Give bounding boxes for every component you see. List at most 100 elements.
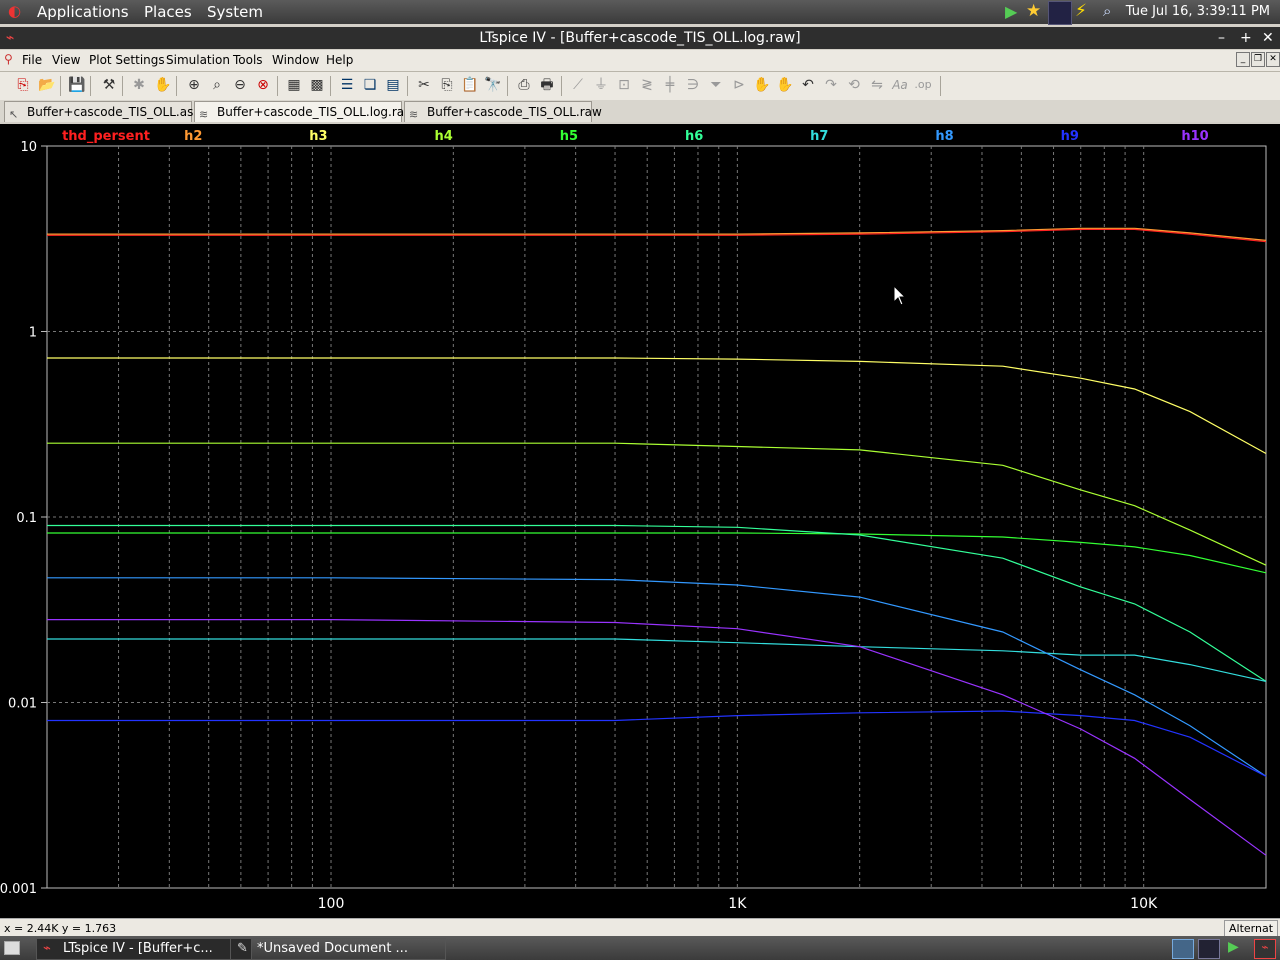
mirror-icon[interactable]: ⇋ bbox=[868, 76, 886, 94]
text-icon[interactable]: Aa bbox=[891, 76, 909, 94]
close-icon[interactable]: ✕ bbox=[1262, 27, 1274, 49]
tray-play-icon[interactable]: ▶ bbox=[1228, 939, 1239, 955]
legend-label-h2[interactable]: h2 bbox=[184, 129, 202, 144]
ltspice-menu-icon[interactable]: ⚲ bbox=[4, 52, 13, 66]
tab-schematic[interactable]: ↖ Buffer+cascode_TIS_OLL.asc bbox=[4, 101, 200, 122]
capacitor-icon[interactable]: ╪ bbox=[661, 76, 679, 94]
tab-log-raw[interactable]: ≋ Buffer+cascode_TIS_OLL.log.raw bbox=[194, 101, 414, 122]
cascade-icon[interactable]: ❏ bbox=[361, 76, 379, 94]
clock[interactable]: Tue Jul 16, 3:39:11 PM bbox=[1126, 4, 1270, 19]
label-icon[interactable]: ⊡ bbox=[615, 76, 633, 94]
component-icon[interactable]: ⊳ bbox=[730, 76, 748, 94]
tray-network-icon[interactable] bbox=[1172, 939, 1194, 959]
paste-icon[interactable]: 📋 bbox=[461, 76, 479, 94]
zoom-fit-icon[interactable]: ⊗ bbox=[254, 76, 272, 94]
redo-icon[interactable]: ↷ bbox=[822, 76, 840, 94]
control-panel-icon[interactable]: ⚒ bbox=[100, 76, 118, 94]
menu-simulation[interactable]: Simulation bbox=[166, 53, 230, 67]
mdi-restore-icon[interactable]: ❐ bbox=[1251, 52, 1265, 67]
taskbar-item-label: *Unsaved Document ... bbox=[257, 941, 408, 956]
window-titlebar[interactable]: ⌁ LTspice IV - [Buffer+cascode_TIS_OLL.l… bbox=[0, 27, 1280, 49]
save-icon[interactable]: 💾 bbox=[68, 76, 86, 94]
halt-icon[interactable]: ✋ bbox=[154, 76, 172, 94]
menu-plot-settings[interactable]: Plot Settings bbox=[89, 53, 165, 67]
open-icon[interactable]: 📂 bbox=[38, 76, 56, 94]
new-schematic-icon[interactable]: ⎘ bbox=[14, 76, 32, 94]
menu-window[interactable]: Window bbox=[272, 53, 319, 67]
menu-tools[interactable]: Tools bbox=[233, 53, 263, 67]
gnome-foot-icon[interactable]: ◐ bbox=[8, 2, 26, 20]
text-editor-icon: ✎ bbox=[237, 941, 248, 956]
inductor-icon[interactable]: ∋ bbox=[684, 76, 702, 94]
tile-vertical-icon[interactable]: ▤ bbox=[384, 76, 402, 94]
toolbar-separator bbox=[90, 76, 91, 96]
cut-icon[interactable]: ✂ bbox=[415, 76, 433, 94]
toolbar-separator bbox=[330, 76, 331, 96]
legend-label-h5[interactable]: h5 bbox=[560, 129, 578, 144]
mdi-close-icon[interactable]: ✕ bbox=[1266, 52, 1280, 67]
tile-horizontal-icon[interactable]: ☰ bbox=[338, 76, 356, 94]
maximize-icon[interactable]: + bbox=[1240, 27, 1252, 49]
zoom-in-icon[interactable]: ⊕ bbox=[185, 76, 203, 94]
search-launcher-icon[interactable]: ⌕ bbox=[1103, 2, 1111, 20]
legend-label-h7[interactable]: h7 bbox=[810, 129, 828, 144]
legend-label-h6[interactable]: h6 bbox=[685, 129, 703, 144]
wire-icon[interactable]: ⟋ bbox=[569, 76, 587, 94]
pan-icon[interactable]: ⌕ bbox=[208, 76, 226, 94]
legend-label-thd_persent[interactable]: thd_persent bbox=[62, 129, 150, 144]
tray-terminal-icon[interactable] bbox=[1198, 939, 1220, 959]
harmonics-chart[interactable]: 100 1K 10K 0.001 0.01 0.1 1 10 thd_persent h2 h3 h… bbox=[0, 124, 1280, 918]
taskbar-item-editor[interactable]: ✎ *Unsaved Document ... bbox=[230, 938, 446, 960]
x-tick-label: 100 bbox=[318, 896, 345, 912]
autorange-icon[interactable]: ▦ bbox=[285, 76, 303, 94]
status-mode: Alternat bbox=[1224, 920, 1279, 937]
rotate-icon[interactable]: ⟲ bbox=[845, 76, 863, 94]
star-launcher-icon[interactable]: ★ bbox=[1026, 1, 1041, 21]
undo-icon[interactable]: ↶ bbox=[799, 76, 817, 94]
grid-icon[interactable]: ▩ bbox=[308, 76, 326, 94]
taskbar-item-ltspice[interactable]: ⌁ LTspice IV - [Buffer+c... bbox=[36, 938, 252, 960]
print-preview-icon[interactable]: ⎙ bbox=[515, 76, 533, 94]
legend-label-h9[interactable]: h9 bbox=[1061, 129, 1079, 144]
ground-icon[interactable]: ⏚ bbox=[592, 76, 610, 94]
show-desktop-icon[interactable] bbox=[4, 941, 20, 955]
cursor-coordinates: x = 2.44K y = 1.763 bbox=[4, 922, 117, 935]
drag-icon[interactable]: ✋ bbox=[776, 76, 794, 94]
app-launcher-icon[interactable] bbox=[1048, 1, 1072, 25]
series-line-h9 bbox=[47, 710, 1267, 777]
menu-help[interactable]: Help bbox=[326, 53, 353, 67]
tab-label: Buffer+cascode_TIS_OLL.log.raw bbox=[217, 105, 414, 119]
move-icon[interactable]: ✋ bbox=[753, 76, 771, 94]
legend-label-h3[interactable]: h3 bbox=[309, 129, 327, 144]
document-tabs: ↖ Buffer+cascode_TIS_OLL.asc ≋ Buffer+ca… bbox=[0, 100, 1280, 122]
legend-label-h10[interactable]: h10 bbox=[1181, 129, 1208, 144]
minimize-icon[interactable]: – bbox=[1218, 27, 1225, 49]
system-menu[interactable]: System bbox=[207, 3, 263, 21]
applications-menu[interactable]: Applications bbox=[37, 3, 129, 21]
zoom-out-icon[interactable]: ⊖ bbox=[231, 76, 249, 94]
print-icon[interactable]: 🖶 bbox=[538, 76, 556, 94]
run-icon[interactable]: ✱ bbox=[130, 76, 148, 94]
tab-raw[interactable]: ≋ Buffer+cascode_TIS_OLL.raw bbox=[404, 101, 602, 122]
find-icon[interactable]: 🔭 bbox=[484, 76, 502, 94]
resistor-icon[interactable]: ≷ bbox=[638, 76, 656, 94]
legend-label-h8[interactable]: h8 bbox=[935, 129, 953, 144]
y-tick-label: 0.01 bbox=[8, 697, 37, 712]
tray-ltspice-icon[interactable]: ⌁ bbox=[1254, 939, 1276, 959]
play-launcher-icon[interactable]: ▶ bbox=[1005, 2, 1017, 21]
lightning-launcher-icon[interactable]: ⚡ bbox=[1075, 1, 1087, 21]
spice-directive-icon[interactable]: .op bbox=[914, 76, 932, 94]
waveform-plot-pane[interactable]: 100 1K 10K 0.001 0.01 0.1 1 10 thd_persent h2 h3 h… bbox=[0, 124, 1280, 918]
mdi-minimize-icon[interactable]: _ bbox=[1236, 52, 1250, 67]
copy-icon[interactable]: ⎘ bbox=[438, 76, 456, 94]
menu-view[interactable]: View bbox=[52, 53, 80, 67]
toolbar-separator bbox=[277, 76, 278, 96]
legend-label-h4[interactable]: h4 bbox=[435, 129, 453, 144]
status-bar: x = 2.44K y = 1.763 Alternat bbox=[0, 918, 1280, 937]
menu-file[interactable]: File bbox=[22, 53, 42, 67]
tab-label: Buffer+cascode_TIS_OLL.asc bbox=[27, 105, 200, 119]
taskbar-item-label: LTspice IV - [Buffer+c... bbox=[63, 941, 213, 956]
places-menu[interactable]: Places bbox=[144, 3, 192, 21]
ltspice-logo-icon: ⌁ bbox=[6, 30, 15, 46]
diode-icon[interactable]: ⏷ bbox=[707, 76, 725, 94]
